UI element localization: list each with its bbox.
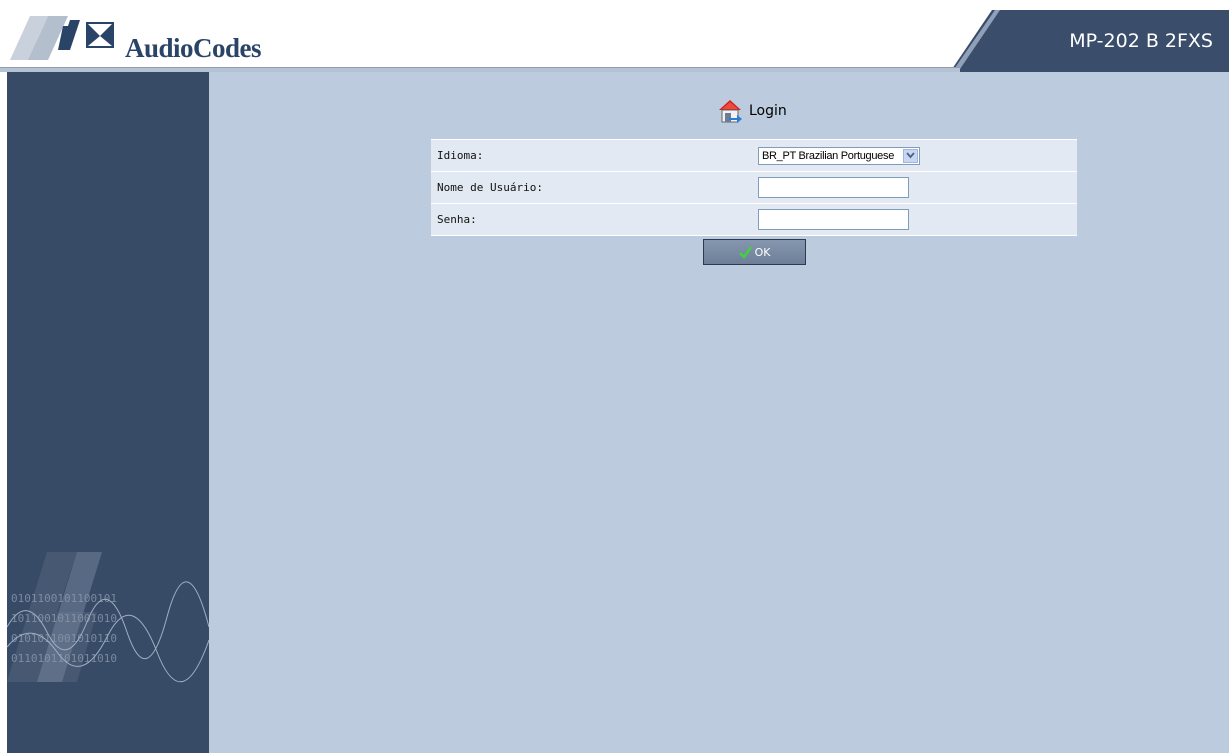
language-label: Idioma: — [437, 149, 484, 162]
ok-button-label: OK — [754, 245, 771, 259]
house-login-icon — [719, 100, 742, 123]
password-label: Senha: — [437, 213, 477, 226]
password-row: Senha: — [431, 204, 1077, 236]
svg-text:0101011001010110: 0101011001010110 — [11, 632, 117, 645]
login-form: Idioma: BR_PT Brazilian Portuguese Nome … — [431, 139, 1077, 236]
username-row: Nome de Usuário: — [431, 172, 1077, 204]
brand-name: AudioCodes — [125, 33, 262, 63]
language-select[interactable]: BR_PT Brazilian Portuguese — [758, 146, 920, 165]
username-input[interactable] — [758, 177, 909, 198]
sidebar-decoration: 0101100101100101 1011001011001010 010101… — [7, 552, 209, 683]
product-name: MP-202 B 2FXS — [1069, 30, 1213, 52]
language-row: Idioma: BR_PT Brazilian Portuguese — [431, 140, 1077, 172]
audiocodes-logo-icon — [10, 16, 114, 60]
ok-button[interactable]: OK — [703, 239, 806, 265]
page-title: Login — [749, 103, 787, 119]
svg-text:1011001011001010: 1011001011001010 — [11, 612, 117, 625]
password-control — [758, 209, 909, 230]
brand-logo: AudioCodes — [8, 8, 268, 68]
password-input[interactable] — [758, 209, 909, 230]
main-content: Login Idioma: BR_PT Brazilian Portuguese… — [209, 72, 1229, 753]
language-select-value: BR_PT Brazilian Portuguese — [762, 149, 895, 162]
svg-text:0110101101011010: 0110101101011010 — [11, 652, 117, 665]
username-label: Nome de Usuário: — [437, 181, 543, 194]
sidebar: 0101100101100101 1011001011001010 010101… — [7, 72, 209, 753]
language-select-box[interactable]: BR_PT Brazilian Portuguese — [758, 146, 920, 165]
chevron-down-icon[interactable] — [903, 148, 918, 163]
username-control — [758, 177, 909, 198]
login-title: Login — [717, 98, 787, 124]
header: AudioCodes MP-202 B 2FXS — [0, 0, 1229, 72]
checkmark-icon — [738, 245, 752, 259]
svg-text:0101100101100101: 0101100101100101 — [11, 592, 117, 605]
